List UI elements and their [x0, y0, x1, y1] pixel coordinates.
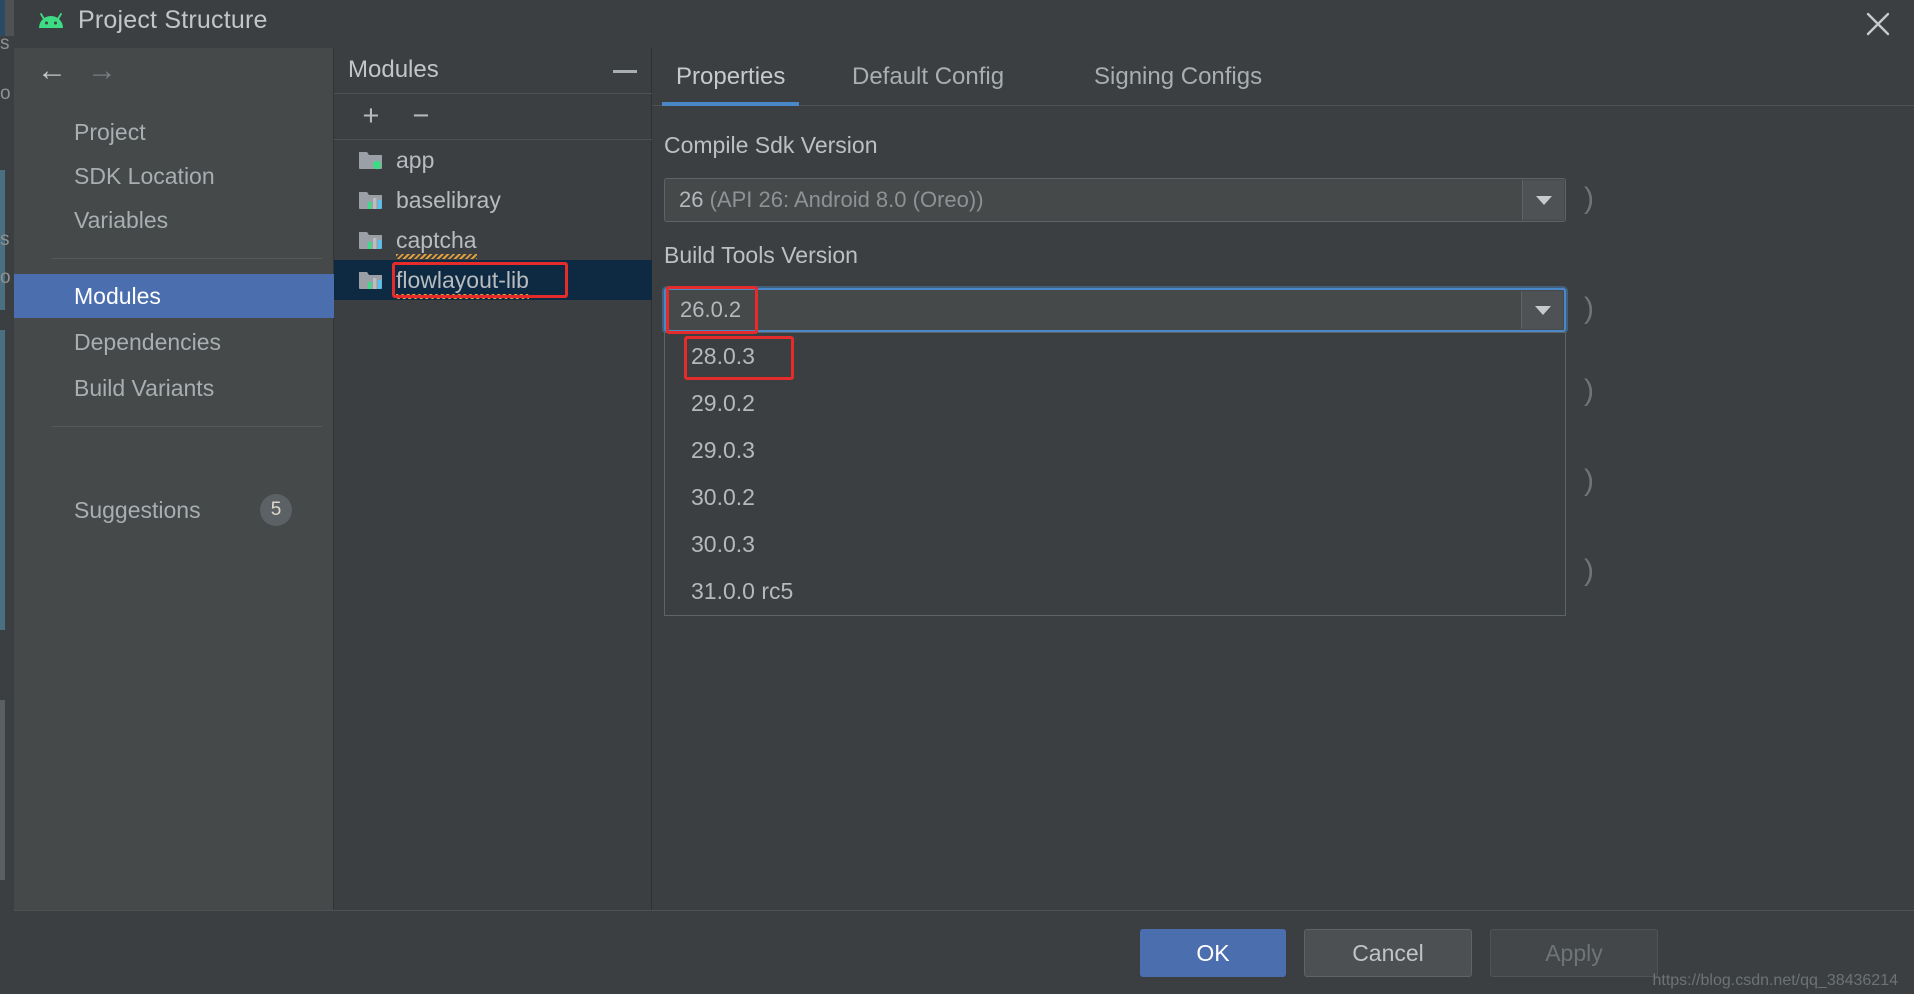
- sidebar-item-label: Build Variants: [74, 374, 215, 401]
- module-name: app: [396, 146, 435, 173]
- tab-label: Properties: [676, 63, 786, 90]
- row-4-adornment: ): [1584, 464, 1594, 497]
- cancel-button[interactable]: Cancel: [1304, 929, 1472, 977]
- dropdown-option[interactable]: 29.0.2: [665, 380, 1565, 427]
- compile-sdk-version-value: 26 (API 26: Android 8.0 (Oreo)): [679, 187, 984, 212]
- background-editor-strip: s o s o: [0, 0, 14, 994]
- bg-accent-3: [0, 700, 5, 880]
- sidebar-item-dependencies[interactable]: Dependencies: [14, 320, 334, 364]
- library-module-icon: [358, 229, 384, 251]
- bg-tab-accent: [0, 0, 5, 36]
- library-module-icon: [358, 189, 384, 211]
- sidebar-item-project[interactable]: Project: [14, 110, 334, 154]
- sidebar-item-suggestions[interactable]: Suggestions 5: [14, 488, 334, 532]
- page-title: Project Structure: [78, 6, 268, 34]
- modules-panel-header: Modules: [334, 48, 652, 94]
- arrow-left-icon[interactable]: ←: [32, 56, 72, 88]
- build-tools-version-dropdown[interactable]: 28.0.3 29.0.2 29.0.3 30.0.2 30.0.3 31.0.…: [664, 332, 1566, 616]
- tab-bar: Properties Default Config Signing Config…: [652, 48, 1914, 106]
- sidebar-item-label: Dependencies: [74, 328, 222, 355]
- library-module-icon: [358, 269, 384, 291]
- sidebar-item-variables[interactable]: Variables: [14, 198, 334, 242]
- modules-panel: Modules + − app baselibray captcha flowl…: [334, 48, 652, 910]
- module-properties-content: Properties Default Config Signing Config…: [652, 48, 1914, 910]
- apply-button: Apply: [1490, 929, 1658, 977]
- add-module-button[interactable]: +: [354, 100, 388, 134]
- sidebar-item-label: Suggestions: [74, 496, 201, 523]
- bg-glyph-o2: o: [0, 267, 11, 288]
- chevron-down-icon[interactable]: [1522, 180, 1564, 220]
- watermark: https://blog.csdn.net/qq_38436214: [1652, 972, 1898, 989]
- bg-glyph-s2: s: [0, 229, 10, 250]
- sidebar-item-modules[interactable]: Modules: [14, 274, 334, 318]
- android-robot-icon: [36, 10, 66, 36]
- bg-accent-2: [0, 330, 5, 630]
- module-list: app baselibray captcha flowlayout-lib: [334, 140, 652, 910]
- dialog-body: ← → Project SDK Location Variables Modul…: [14, 48, 1914, 910]
- list-item[interactable]: flowlayout-lib: [334, 260, 652, 300]
- properties-form: Compile Sdk Version 26 (API 26: Android …: [652, 106, 1914, 910]
- ok-button[interactable]: OK: [1140, 929, 1286, 977]
- dropdown-option[interactable]: 28.0.3: [665, 333, 1565, 380]
- list-item[interactable]: baselibray: [334, 180, 652, 220]
- module-name: flowlayout-lib: [396, 266, 529, 299]
- module-name: captcha: [396, 226, 477, 259]
- android-module-icon: [358, 149, 384, 171]
- compile-sdk-version-combobox[interactable]: 26 (API 26: Android 8.0 (Oreo)): [664, 178, 1566, 222]
- build-tools-adornment: ): [1584, 292, 1594, 325]
- dropdown-option[interactable]: 30.0.3: [665, 521, 1565, 568]
- nav-separator-1: [52, 258, 322, 259]
- dropdown-option[interactable]: 31.0.0 rc5: [665, 568, 1565, 615]
- dropdown-option[interactable]: 29.0.3: [665, 427, 1565, 474]
- build-tools-version-value: 26.0.2: [680, 297, 742, 322]
- sidebar-item-label: SDK Location: [74, 162, 215, 189]
- sidebar-item-label: Variables: [74, 206, 169, 233]
- sidebar-item-sdk-location[interactable]: SDK Location: [14, 154, 334, 198]
- chevron-down-icon[interactable]: [1521, 291, 1563, 329]
- dialog-footer: OK Cancel Apply https://blog.csdn.net/qq…: [14, 910, 1914, 994]
- tab-properties[interactable]: Properties: [661, 48, 800, 106]
- list-item[interactable]: app: [334, 140, 652, 180]
- row-5-adornment: ): [1584, 554, 1594, 587]
- collapse-icon[interactable]: [610, 62, 640, 80]
- row-3-adornment: ): [1584, 374, 1594, 407]
- nav-separator-2: [52, 426, 322, 427]
- bg-glyph-s: s: [0, 33, 10, 54]
- compile-sdk-adornment: ): [1584, 182, 1594, 215]
- sidebar-item-build-variants[interactable]: Build Variants: [14, 366, 334, 410]
- arrow-right-icon[interactable]: →: [82, 56, 122, 88]
- nav-history-controls: ← →: [14, 48, 334, 96]
- tab-label: Signing Configs: [1094, 63, 1263, 90]
- remove-module-button[interactable]: −: [404, 100, 438, 134]
- tab-signing-configs[interactable]: Signing Configs: [1092, 48, 1264, 106]
- build-tools-version-label: Build Tools Version: [664, 242, 858, 268]
- modules-toolbar: + −: [334, 94, 652, 140]
- tab-label: Default Config: [852, 63, 1005, 90]
- settings-nav: ← → Project SDK Location Variables Modul…: [14, 48, 334, 910]
- build-tools-version-combobox[interactable]: 26.0.2: [664, 288, 1566, 332]
- module-name: baselibray: [396, 186, 501, 213]
- dropdown-option[interactable]: 30.0.2: [665, 474, 1565, 521]
- title-bar: Project Structure: [14, 0, 1914, 48]
- project-structure-dialog: s o s o Project Structure ← → Project SD…: [0, 0, 1914, 994]
- bg-glyph-o: o: [0, 83, 11, 104]
- modules-panel-title: Modules: [348, 56, 439, 83]
- close-icon[interactable]: [1860, 6, 1896, 42]
- tab-default-config[interactable]: Default Config: [850, 48, 1006, 106]
- compile-sdk-version-label: Compile Sdk Version: [664, 132, 878, 158]
- sidebar-item-label: Project: [74, 118, 146, 145]
- list-item[interactable]: captcha: [334, 220, 652, 260]
- suggestions-count-badge: 5: [260, 494, 292, 526]
- sidebar-item-label: Modules: [74, 282, 161, 309]
